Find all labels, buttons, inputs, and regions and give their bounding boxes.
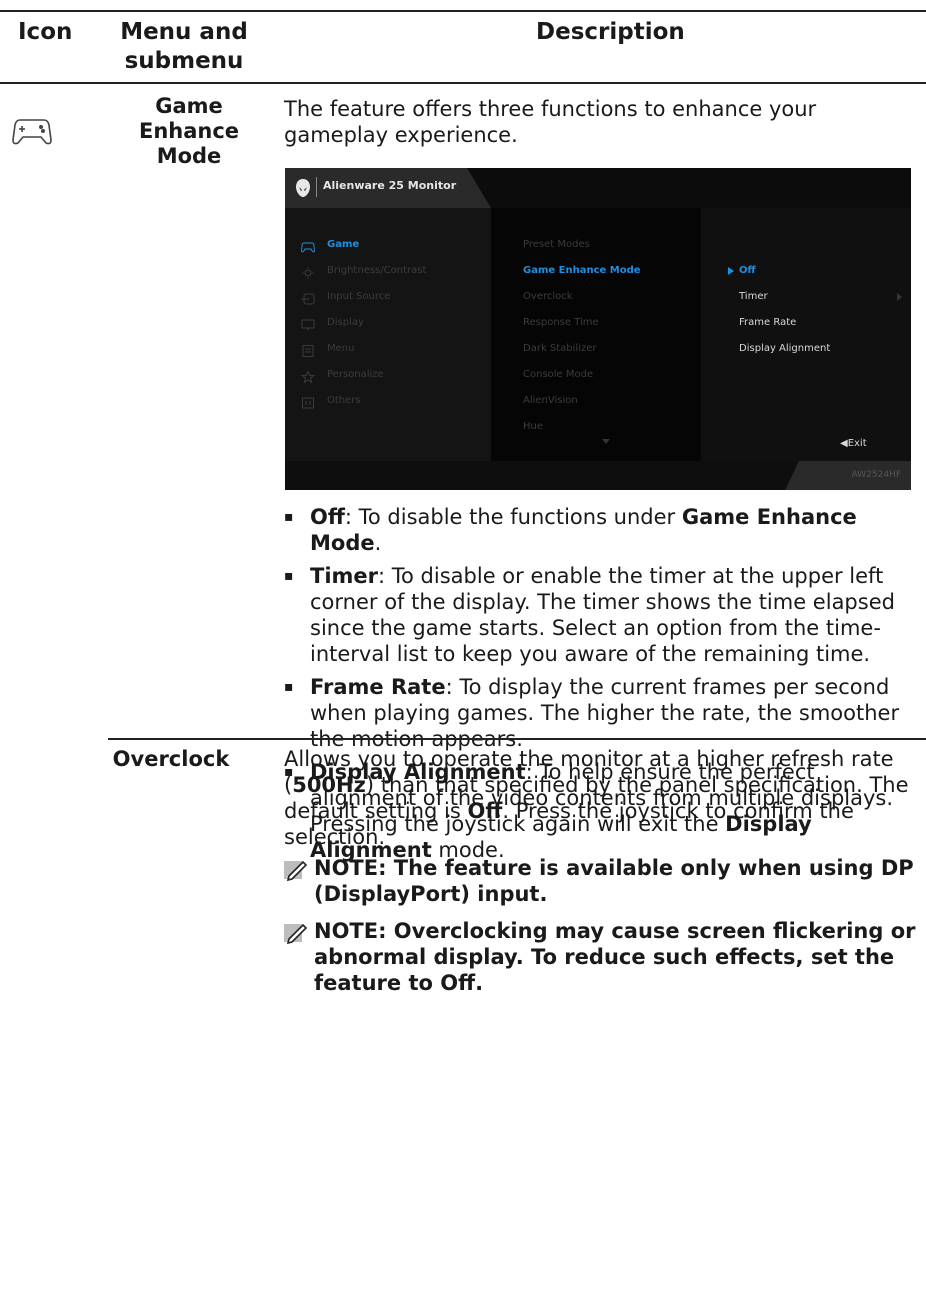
osd-model-label: AW2524HF bbox=[851, 470, 901, 480]
display-icon bbox=[301, 316, 315, 331]
osd-screenshot: Alienware 25 Monitor Game Brightness/Con… bbox=[285, 168, 911, 490]
osd-left-item-input-source[interactable]: Input Source bbox=[327, 291, 390, 302]
row-divider bbox=[108, 738, 926, 740]
header-description: Description bbox=[536, 19, 685, 45]
menu-game-enhance-mode: Game Enhance Mode bbox=[138, 94, 240, 168]
osd-exit-button[interactable]: ◀Exit bbox=[840, 438, 867, 449]
input-source-icon bbox=[301, 290, 315, 305]
header-icon: Icon bbox=[18, 19, 73, 45]
osd-mid-item-alienvision[interactable]: AlienVision bbox=[523, 395, 578, 406]
osd-mid-item-overclock[interactable]: Overclock bbox=[523, 291, 573, 302]
osd-title: Alienware 25 Monitor bbox=[323, 179, 457, 192]
osd-left-item-game[interactable]: Game bbox=[327, 239, 359, 250]
gamepad-icon bbox=[12, 112, 52, 148]
menu-icon bbox=[301, 342, 315, 357]
note-flickering: NOTE: Overclocking may cause screen flic… bbox=[284, 918, 924, 996]
gamepad-icon bbox=[300, 238, 316, 253]
game-enhance-intro: The feature offers three functions to en… bbox=[284, 97, 817, 147]
osd-mid-item-hue[interactable]: Hue bbox=[523, 421, 543, 432]
pencil-note-icon bbox=[284, 859, 308, 882]
osd-left-item-personalize[interactable]: Personalize bbox=[327, 369, 384, 380]
others-icon bbox=[301, 394, 315, 409]
osd-mid-item-dark-stabilizer[interactable]: Dark Stabilizer bbox=[523, 343, 597, 354]
list-item: Timer: To disable or enable the timer at… bbox=[284, 563, 924, 667]
note-displayport: NOTE: The feature is available only when… bbox=[284, 855, 924, 907]
osd-option-off[interactable]: Off bbox=[739, 265, 756, 276]
osd-mid-item-console-mode[interactable]: Console Mode bbox=[523, 369, 593, 380]
osd-mid-item-response-time[interactable]: Response Time bbox=[523, 317, 599, 328]
brightness-icon bbox=[301, 264, 315, 279]
note-text: NOTE: Overclocking may cause screen flic… bbox=[314, 919, 916, 995]
submenu-arrow-icon bbox=[897, 293, 902, 301]
alien-head-logo-icon bbox=[295, 178, 311, 198]
scroll-down-arrow-icon[interactable] bbox=[602, 439, 610, 444]
overclock-description: Allows you to operate the monitor at a h… bbox=[284, 747, 909, 849]
osd-option-frame-rate[interactable]: Frame Rate bbox=[739, 317, 796, 328]
osd-title-separator bbox=[316, 177, 317, 197]
osd-mid-item-preset-modes[interactable]: Preset Modes bbox=[523, 239, 590, 250]
table-top-rule bbox=[0, 10, 926, 12]
pencil-note-icon bbox=[284, 922, 308, 945]
menu-overclock: Overclock bbox=[112, 747, 230, 771]
table-header-rule bbox=[0, 82, 926, 84]
header-menu-submenu: Menu and submenu bbox=[120, 19, 248, 74]
osd-option-timer[interactable]: Timer bbox=[739, 291, 768, 302]
osd-right-panel bbox=[701, 208, 911, 461]
osd-left-item-display[interactable]: Display bbox=[327, 317, 364, 328]
list-item: Frame Rate: To display the current frame… bbox=[284, 674, 924, 752]
list-item: Off: To disable the functions under Game… bbox=[284, 504, 924, 556]
osd-left-item-others[interactable]: Others bbox=[327, 395, 361, 406]
osd-left-item-menu[interactable]: Menu bbox=[327, 343, 354, 354]
osd-body bbox=[285, 208, 911, 461]
osd-mid-item-game-enhance-mode[interactable]: Game Enhance Mode bbox=[523, 265, 641, 276]
star-icon bbox=[300, 368, 316, 384]
osd-left-item-brightness[interactable]: Brightness/Contrast bbox=[327, 265, 426, 276]
osd-option-display-alignment[interactable]: Display Alignment bbox=[739, 343, 830, 354]
note-text: NOTE: The feature is available only when… bbox=[314, 856, 914, 906]
selected-pointer-icon bbox=[728, 267, 734, 275]
osd-left-panel bbox=[285, 208, 491, 461]
